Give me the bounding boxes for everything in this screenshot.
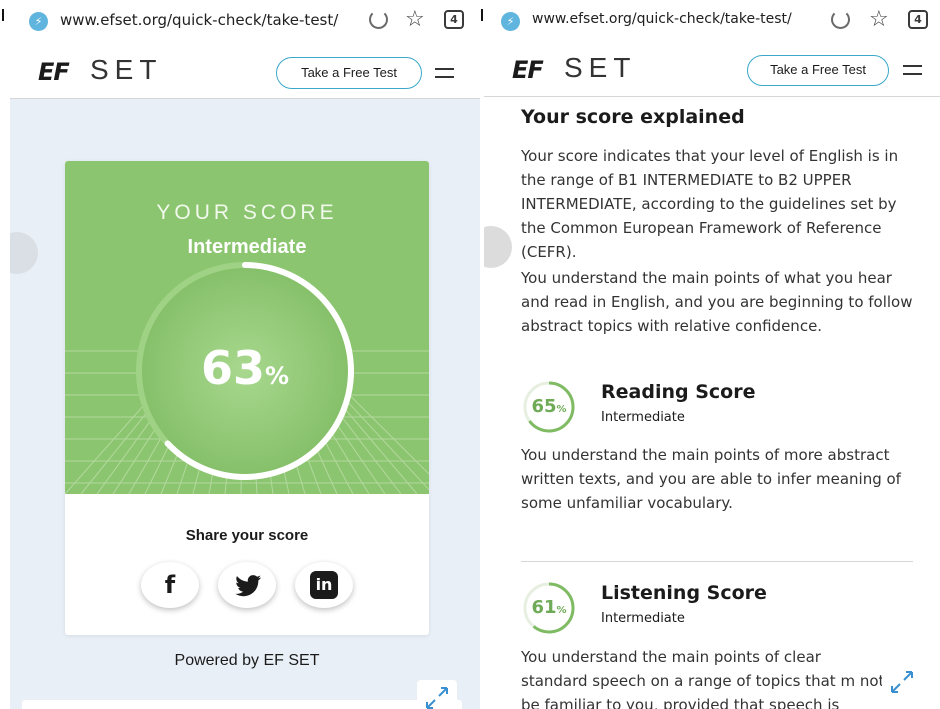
linkedin-share-button[interactable]: in (295, 562, 353, 608)
url-text[interactable]: www.efset.org/quick-check/take-test/ (60, 11, 338, 29)
reading-score-value: 65% (520, 396, 578, 417)
expand-button[interactable] (882, 664, 922, 700)
twitter-share-button[interactable] (218, 562, 276, 608)
reload-icon[interactable] (831, 10, 850, 29)
logo-set[interactable]: SET (564, 52, 636, 84)
reading-score-title: Reading Score (601, 381, 756, 403)
score-value: 63% (175, 341, 315, 395)
edge-mark (481, 9, 483, 21)
logo-set[interactable]: SET (90, 54, 162, 86)
reading-score-number: 65 (531, 396, 557, 417)
share-title: Share your score (185, 527, 309, 544)
explanation-paragraph-1: Your score indicates that your level of … (521, 147, 899, 261)
your-score-title: YOUR SCORE (156, 201, 338, 224)
right-screen: ⚡ www.efset.org/quick-check/take-test/ ☆… (484, 0, 940, 709)
site-header: EF SET Take a Free Test (10, 44, 480, 99)
next-card-edge (22, 700, 462, 709)
url-text[interactable]: www.efset.org/quick-check/take-test/ (532, 11, 792, 27)
browser-address-bar[interactable]: ⚡ www.efset.org/quick-check/take-test/ ☆… (10, 0, 480, 44)
powered-by-text: Powered by EF SET (174, 652, 320, 669)
tabs-count-icon[interactable]: 4 (908, 10, 928, 29)
left-screen: ⚡ www.efset.org/quick-check/take-test/ ☆… (10, 0, 480, 709)
reading-score-unit: % (556, 404, 567, 415)
score-card-header: YOUR SCORE Intermediate 63% (65, 161, 429, 494)
take-free-test-button[interactable]: Take a Free Test (276, 57, 422, 89)
reload-icon[interactable] (369, 10, 388, 29)
score-card: YOUR SCORE Intermediate 63% Share your s… (65, 161, 429, 635)
explanation-paragraph-2: You understand the main points of what y… (521, 269, 913, 335)
site-header: EF SET Take a Free Test (484, 44, 940, 97)
facebook-icon: f (164, 571, 176, 599)
listening-score-description: You understand the main points of clear … (521, 648, 885, 709)
score-unit: % (264, 362, 290, 390)
expand-button[interactable] (417, 680, 457, 709)
secure-shield-icon: ⚡ (29, 12, 48, 31)
hamburger-menu-icon[interactable] (903, 65, 922, 75)
hamburger-menu-icon[interactable] (435, 68, 454, 78)
tabs-count-icon[interactable]: 4 (444, 10, 464, 29)
logo-ef[interactable]: EF (38, 58, 70, 86)
take-free-test-button[interactable]: Take a Free Test (747, 55, 889, 86)
expand-icon (891, 671, 913, 693)
score-level: Intermediate (187, 236, 307, 258)
logo-ef[interactable]: EF (512, 56, 544, 84)
expand-icon (426, 687, 448, 709)
listening-score-title: Listening Score (601, 582, 767, 604)
linkedin-icon: in (310, 571, 338, 599)
edge-mark (2, 9, 4, 21)
listening-score-level: Intermediate (601, 611, 685, 626)
section-divider (521, 561, 913, 562)
score-number: 63 (200, 341, 265, 395)
bookmark-star-icon[interactable]: ☆ (405, 9, 425, 31)
bookmark-star-icon[interactable]: ☆ (869, 9, 889, 31)
listening-score-number: 61 (531, 597, 557, 618)
twitter-icon (218, 562, 276, 608)
reading-score-description: You understand the main points of more a… (521, 446, 901, 512)
secure-shield-icon: ⚡ (501, 12, 520, 31)
facebook-share-button[interactable]: f (141, 562, 199, 608)
listening-score-unit: % (556, 605, 567, 616)
reading-score-level: Intermediate (601, 410, 685, 425)
browser-address-bar[interactable]: ⚡ www.efset.org/quick-check/take-test/ ☆… (484, 0, 940, 44)
listening-score-value: 61% (520, 597, 578, 618)
explanation-heading: Your score explained (521, 106, 745, 128)
